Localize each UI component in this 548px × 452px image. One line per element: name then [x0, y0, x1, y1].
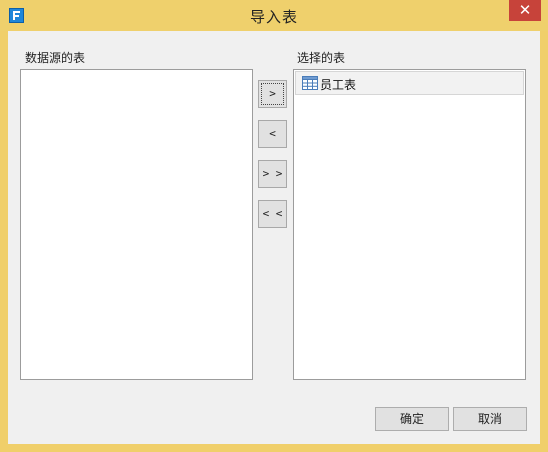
dialog-body: 数据源的表 > < > > < < 选择的表 员工表 确定 取消	[8, 31, 540, 444]
source-tables-label: 数据源的表	[25, 51, 86, 65]
close-button[interactable]: ✕	[509, 0, 541, 21]
ok-button[interactable]: 确定	[375, 407, 449, 431]
window-title: 导入表	[249, 8, 298, 26]
source-tables-list[interactable]	[20, 69, 253, 380]
table-icon	[302, 76, 318, 90]
import-table-dialog: 导入表 ✕ 数据源的表 > < > > < < 选择的表 员工表 确定 取消	[0, 0, 548, 452]
remove-selected-button[interactable]: <	[258, 120, 287, 148]
title-bar[interactable]: 导入表 ✕	[0, 0, 548, 31]
list-item[interactable]: 员工表	[295, 71, 524, 95]
cancel-button[interactable]: 取消	[453, 407, 527, 431]
selected-tables-label: 选择的表	[297, 51, 346, 65]
remove-all-button[interactable]: < <	[258, 200, 287, 228]
list-item-label: 员工表	[320, 78, 357, 92]
add-all-button[interactable]: > >	[258, 160, 287, 188]
add-selected-button[interactable]: >	[258, 80, 287, 108]
selected-tables-list[interactable]: 员工表	[293, 69, 526, 380]
